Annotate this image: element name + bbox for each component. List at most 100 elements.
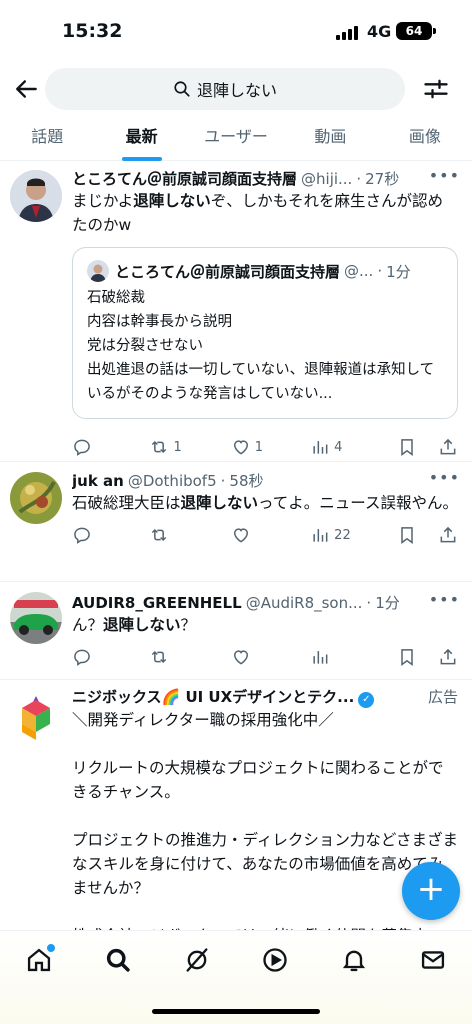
tab-top[interactable]: 話題 [0,117,94,160]
reply-button[interactable] [72,647,149,667]
back-arrow-icon[interactable] [14,76,40,102]
tweet-time: 58秒 [229,472,264,490]
reply-button[interactable] [72,525,149,545]
author-handle[interactable]: @AudiR8_son... [246,594,363,612]
tweet-feed: ところてん＠前原誠司顔面支持層 @hiji... · 27秒 ••• まじかよ退… [0,162,472,930]
retweet-icon [152,650,167,664]
tweet-actions [72,637,458,677]
avatar[interactable] [10,472,62,524]
tweet[interactable]: AUDIR8_GREENHELL @AudiR8_son... · 1分 •••… [0,582,472,680]
views-icon [313,651,328,664]
bookmark-icon [401,527,414,544]
search-tabs: 話題 最新 ユーザー 動画 画像 [0,117,472,161]
ad-label: 広告 [427,688,458,706]
share-icon [440,526,456,543]
nav-videos[interactable] [236,946,315,974]
verified-badge-icon: ✓ [358,692,375,708]
reply-icon [74,439,90,456]
retweet-button[interactable] [149,525,230,545]
search-icon [106,948,130,972]
quoted-tweet-header: ところてん＠前原誠司顔面支持層 @... · 1分 [87,260,443,282]
views-button[interactable]: 22 [310,525,397,545]
tab-videos[interactable]: 動画 [283,117,377,160]
tweet-header: ところてん＠前原誠司顔面支持層 @hiji... · 27秒 [72,168,400,189]
avatar[interactable] [10,170,62,222]
author-name[interactable]: ところてん＠前原誠司顔面支持層 [72,168,297,189]
heart-icon [233,650,248,665]
bottom-nav [0,930,472,1024]
like-button[interactable]: 1 [231,437,310,457]
author-handle[interactable]: @Dothibof5 [128,472,217,490]
search-input[interactable]: 退陣しない [45,68,405,110]
tweet-header: AUDIR8_GREENHELL @AudiR8_son... · 1分 [72,594,400,612]
author-name[interactable]: AUDIR8_GREENHELL [72,594,242,612]
share-button[interactable] [438,647,458,667]
retweet-icon [152,528,167,542]
more-options-icon[interactable]: ••• [429,468,460,487]
more-options-icon[interactable]: ••• [429,166,460,185]
tweet-time: 1分 [375,594,400,612]
nav-messages[interactable] [393,946,472,974]
quoted-author-name: ところてん＠前原誠司顔面支持層 [115,262,341,281]
mail-icon [421,951,444,969]
retweet-icon [152,440,167,454]
bookmark-icon [401,649,414,666]
author-handle[interactable]: @hiji... [301,170,352,188]
bell-icon [342,950,366,972]
avatar[interactable] [10,592,62,644]
status-time: 15:32 [62,20,123,42]
compose-button[interactable]: + [402,862,460,920]
views-button[interactable]: 4 [310,437,397,457]
network-label: 4G [367,22,392,41]
search-icon [174,81,190,97]
tweet-actions: 22 [72,515,458,555]
author-name[interactable]: juk an [72,472,124,490]
nav-home[interactable] [0,944,79,974]
tweet-header: juk an @Dothibof5 · 58秒 [72,472,264,490]
search-header: 退陣しない [0,66,472,112]
quoted-author-handle: @... [344,262,374,280]
notification-dot [47,944,56,952]
more-options-icon[interactable]: ••• [429,590,460,609]
bookmark-button[interactable] [397,647,438,667]
quoted-avatar [87,260,109,282]
signal-icon [336,26,358,40]
bookmark-button[interactable] [397,437,438,457]
search-query: 退陣しない [196,81,277,100]
share-button[interactable] [438,437,458,457]
advertiser-name[interactable]: ニジボックス🌈 UI UXデザインとテク... [72,686,354,707]
share-button[interactable] [438,525,458,545]
nav-grok[interactable] [157,946,236,974]
heart-icon [233,528,248,543]
share-icon [440,438,456,455]
reply-icon [74,527,90,544]
tweet[interactable]: juk an @Dothibof5 · 58秒 ••• 石破総理大臣は退陣しない… [0,462,472,582]
battery-icon: 64 [396,22,436,40]
views-icon [313,441,328,454]
home-indicator [152,1009,320,1014]
quoted-tweet-text: 石破総裁 内容は幹事長から説明 党は分裂させない 出処進退の話は一切していない、… [87,290,435,402]
filter-settings-icon[interactable] [422,75,450,103]
views-button[interactable] [310,647,397,667]
tweet-text: ＼開発ディレクター職の採用強化中／ リクルートの大規模なプロジェクトに関わること… [72,711,458,930]
tweet-header: ニジボックス🌈 UI UXデザインとテク... ✓ [72,686,458,708]
quoted-tweet[interactable]: ところてん＠前原誠司顔面支持層 @... · 1分 石破総裁 内容は幹事長から説… [72,247,458,419]
retweet-button[interactable]: 1 [149,437,230,457]
tweet-actions: 1 1 4 [72,427,458,467]
tab-people[interactable]: ユーザー [189,117,283,160]
advertiser-logo[interactable] [10,692,62,744]
bookmark-button[interactable] [397,525,438,545]
play-icon [263,948,288,972]
tab-media[interactable]: 画像 [378,117,472,160]
share-icon [440,648,456,665]
bookmark-icon [401,439,414,456]
battery-level: 64 [405,24,423,38]
reply-button[interactable] [72,437,149,457]
tweet[interactable]: ところてん＠前原誠司顔面支持層 @hiji... · 27秒 ••• まじかよ退… [0,162,472,462]
tab-latest[interactable]: 最新 [94,117,188,160]
nav-notifications[interactable] [315,946,394,974]
like-button[interactable] [231,525,310,545]
like-button[interactable] [231,647,310,667]
nav-explore[interactable] [79,946,158,974]
retweet-button[interactable] [149,647,230,667]
